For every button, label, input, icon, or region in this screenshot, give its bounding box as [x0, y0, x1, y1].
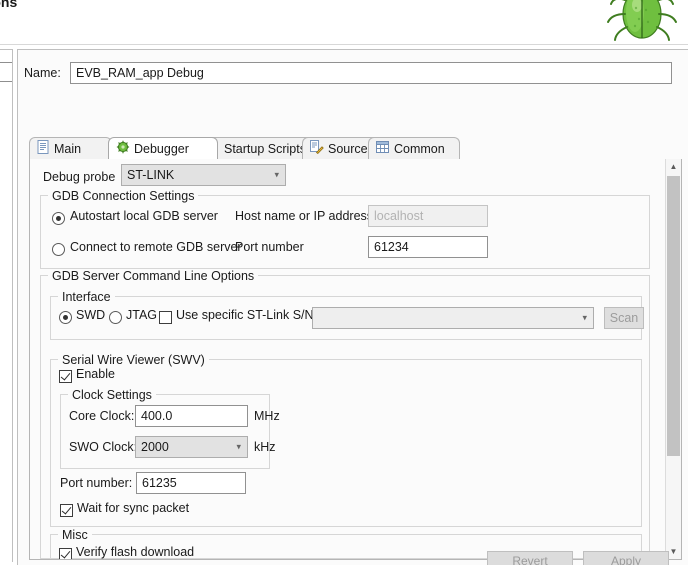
radio-jtag[interactable] [109, 311, 122, 324]
tab-bar: Main Debugger Startup Scripts Source Com… [29, 137, 680, 159]
core-clock-unit: MHz [254, 409, 280, 423]
debug-probe-select[interactable]: ST-LINK ▾ [121, 164, 286, 186]
configuration-name-input[interactable] [70, 62, 672, 84]
debug-configurations-window: urations [0, 0, 688, 565]
stlink-sn-select[interactable]: ▾ [312, 307, 594, 329]
autostart-local-gdb-label: Autostart local GDB server [70, 209, 218, 223]
radio-swd[interactable] [59, 311, 72, 324]
chevron-down-icon: ▾ [274, 169, 279, 180]
radio-autostart-local-gdb[interactable] [52, 212, 65, 225]
interface-title: Interface [58, 290, 115, 304]
gdb-server-options-title: GDB Server Command Line Options [48, 269, 259, 283]
bug-gear-icon [116, 140, 130, 157]
swv-port-number-label: Port number: [60, 476, 133, 490]
use-specific-stlink-sn-label: Use specific ST-Link S/N [176, 308, 314, 322]
swo-clock-unit: kHz [254, 440, 276, 454]
host-name-input[interactable] [368, 205, 488, 227]
scan-button[interactable]: Scan [604, 307, 644, 329]
debug-probe-label: Debug probe [43, 170, 116, 184]
tab-debugger-label: Debugger [134, 141, 189, 156]
host-name-label: Host name or IP address [235, 209, 374, 223]
scrollbar-thumb[interactable] [667, 176, 680, 456]
gdb-port-number-label: Port number [235, 240, 304, 254]
core-clock-input[interactable] [135, 405, 248, 427]
debugger-tab-content: Debug probe ST-LINK ▾ GDB Connection Set… [29, 159, 682, 560]
banner: urations [0, 0, 688, 45]
wait-for-sync-packet-label: Wait for sync packet [77, 501, 190, 515]
misc-title: Misc [58, 528, 92, 542]
tab-source-label: Source [328, 141, 368, 156]
green-bug-icon [594, 0, 680, 45]
apply-button[interactable]: Apply [583, 551, 669, 565]
configuration-editor-panel: Name: Main [17, 49, 688, 565]
tab-main[interactable]: Main [29, 137, 112, 159]
gdb-connection-settings-title: GDB Connection Settings [48, 189, 199, 203]
tree-filter-input[interactable] [0, 62, 12, 82]
tab-debugger[interactable]: Debugger [108, 137, 218, 159]
clock-settings-title: Clock Settings [68, 388, 156, 402]
revert-button[interactable]: Revert [487, 551, 573, 565]
chevron-down-icon: ▾ [582, 312, 587, 323]
core-clock-label: Core Clock: [69, 409, 135, 423]
gdb-port-number-input[interactable] [368, 236, 488, 258]
tab-startup-scripts-label: Startup Scripts [224, 141, 306, 156]
swo-clock-value: 2000 [141, 440, 169, 454]
checkbox-use-specific-stlink-sn[interactable] [159, 311, 172, 324]
dialog-footer: Revert Apply [17, 543, 688, 565]
serial-wire-viewer-title: Serial Wire Viewer (SWV) [58, 353, 209, 367]
name-row: Name: [24, 62, 680, 86]
name-label: Name: [24, 66, 61, 80]
configurations-tree-panel[interactable]: r n [0, 49, 13, 562]
tab-common-label: Common [394, 141, 445, 156]
swd-label: SWD [76, 308, 106, 322]
checkbox-wait-for-sync-packet[interactable] [60, 504, 73, 517]
swo-clock-label: SWO Clock: [69, 440, 138, 454]
table-icon [376, 140, 390, 157]
jtag-label: JTAG [126, 308, 158, 322]
banner-divider [0, 44, 688, 45]
gdb-connection-settings-group [40, 195, 650, 269]
radio-connect-remote-gdb[interactable] [52, 243, 65, 256]
source-pencil-icon [310, 140, 324, 157]
debug-probe-value: ST-LINK [127, 168, 175, 182]
tab-main-label: Main [54, 141, 82, 156]
vertical-scrollbar[interactable]: ▲ ▼ [665, 159, 681, 559]
swv-port-number-input[interactable] [136, 472, 246, 494]
connect-remote-gdb-label: Connect to remote GDB server [70, 240, 242, 254]
tab-common[interactable]: Common [368, 137, 460, 159]
page-title: urations [0, 0, 18, 10]
swo-clock-select[interactable]: 2000 ▾ [135, 436, 248, 458]
debugger-scroll-area: Debug probe ST-LINK ▾ GDB Connection Set… [30, 159, 662, 559]
swv-enable-label: Enable [76, 367, 115, 381]
document-icon [37, 140, 50, 157]
checkbox-swv-enable[interactable] [59, 370, 72, 383]
chevron-down-icon: ▾ [236, 441, 241, 452]
chevron-up-icon[interactable]: ▲ [666, 159, 681, 174]
